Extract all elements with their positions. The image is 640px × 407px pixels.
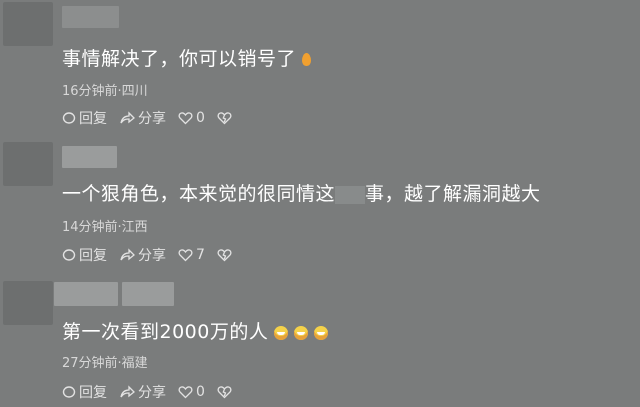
comment-text-content: 第一次看到2000万的人 — [62, 321, 269, 343]
avatar[interactable] — [3, 2, 53, 46]
like-button[interactable]: 7 — [178, 247, 205, 263]
username-redacted[interactable] — [62, 6, 119, 28]
comment-meta: 14分钟前·江西 — [62, 220, 148, 235]
share-label: 分享 — [138, 385, 166, 401]
reply-icon — [62, 112, 76, 124]
like-icon — [178, 112, 193, 125]
like-icon — [178, 386, 193, 399]
reply-icon — [62, 386, 76, 398]
comment-actions: 回复 分享 0 — [62, 108, 247, 128]
like-count: 7 — [196, 247, 205, 263]
share-icon — [120, 385, 135, 398]
redacted-text — [335, 185, 366, 204]
avatar[interactable] — [3, 142, 53, 186]
comment-text-part-2: 事，越了解漏洞越大 — [365, 183, 541, 205]
laugh-emoji-icon — [274, 325, 289, 340]
reply-icon — [62, 249, 76, 261]
laugh-emoji-icon — [294, 325, 309, 340]
dislike-button[interactable] — [217, 385, 235, 399]
reply-button[interactable]: 回复 — [62, 108, 107, 128]
reply-label: 回复 — [79, 248, 107, 264]
dislike-icon — [217, 386, 232, 399]
dislike-button[interactable] — [217, 248, 235, 262]
like-count: 0 — [196, 110, 205, 126]
share-button[interactable]: 分享 — [119, 382, 166, 402]
comment-text-part-1: 一个狠角色，本来觉的很同情这 — [62, 183, 336, 205]
share-button[interactable]: 分享 — [119, 245, 166, 265]
like-button[interactable]: 0 — [178, 110, 205, 126]
like-count: 0 — [196, 384, 205, 400]
dislike-button[interactable] — [217, 111, 235, 125]
reply-label: 回复 — [79, 111, 107, 127]
comment-text: 事情解决了，你可以销号了 — [62, 44, 312, 71]
avatar[interactable] — [3, 281, 53, 325]
share-icon — [120, 111, 135, 124]
like-button[interactable]: 0 — [178, 384, 205, 400]
comment-meta: 27分钟前·福建 — [62, 356, 148, 371]
comment-text-content: 事情解决了，你可以销号了 — [62, 48, 297, 70]
comment-text: 一个狠角色，本来觉的很同情这 事，越了解漏洞越大 — [62, 179, 541, 206]
reply-label: 回复 — [79, 385, 107, 401]
share-icon — [120, 248, 135, 261]
comment-text: 第一次看到2000万的人 — [62, 317, 329, 344]
comment-actions: 回复 分享 0 — [62, 382, 247, 402]
laugh-emoji-icon — [314, 325, 329, 340]
reply-button[interactable]: 回复 — [62, 382, 107, 402]
fire-emoji-icon — [302, 53, 312, 66]
comment-actions: 回复 分享 7 — [62, 245, 247, 265]
username-redacted-2[interactable] — [122, 282, 174, 306]
dislike-icon — [217, 112, 232, 125]
comment-meta: 16分钟前·四川 — [62, 84, 148, 99]
share-label: 分享 — [138, 248, 166, 264]
share-button[interactable]: 分享 — [119, 108, 166, 128]
share-label: 分享 — [138, 111, 166, 127]
reply-button[interactable]: 回复 — [62, 245, 107, 265]
username-redacted[interactable] — [62, 146, 117, 168]
dislike-icon — [217, 249, 232, 262]
like-icon — [178, 249, 193, 262]
username-redacted[interactable] — [54, 282, 118, 306]
